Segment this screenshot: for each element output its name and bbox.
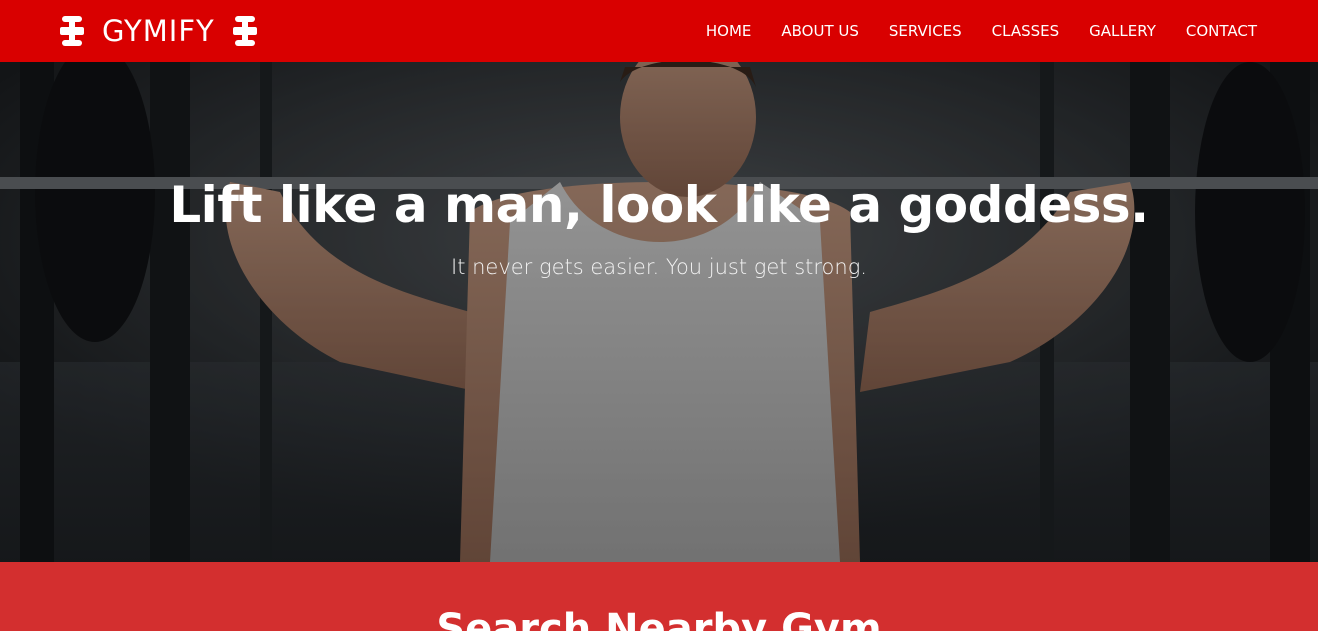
hero-title: Lift like a man, look like a goddess. (169, 176, 1149, 234)
brand-name: GYMIFY (102, 14, 215, 48)
top-navbar: GYMIFY HOME ABOUT US SERVICES CLASSES GA… (0, 0, 1318, 62)
brand-logo[interactable]: GYMIFY (60, 0, 257, 62)
hero-banner: Lift like a man, look like a goddess. It… (0, 62, 1318, 562)
hero-background-photo (0, 62, 1318, 562)
section-heading: Search Nearby Gym (436, 606, 882, 631)
search-nearby-gym-section: Search Nearby Gym (0, 562, 1318, 631)
nav-link-services[interactable]: SERVICES (889, 22, 962, 40)
dumbbell-icon (232, 16, 257, 46)
nav-menu: HOME ABOUT US SERVICES CLASSES GALLERY C… (706, 0, 1257, 62)
nav-link-about-us[interactable]: ABOUT US (781, 22, 859, 40)
nav-link-gallery[interactable]: GALLERY (1089, 22, 1156, 40)
nav-link-contact[interactable]: CONTACT (1186, 22, 1257, 40)
dumbbell-icon (60, 16, 84, 46)
hero-subtitle: It never gets easier. You just get stron… (451, 255, 867, 279)
nav-link-home[interactable]: HOME (706, 22, 752, 40)
nav-link-classes[interactable]: CLASSES (992, 22, 1059, 40)
